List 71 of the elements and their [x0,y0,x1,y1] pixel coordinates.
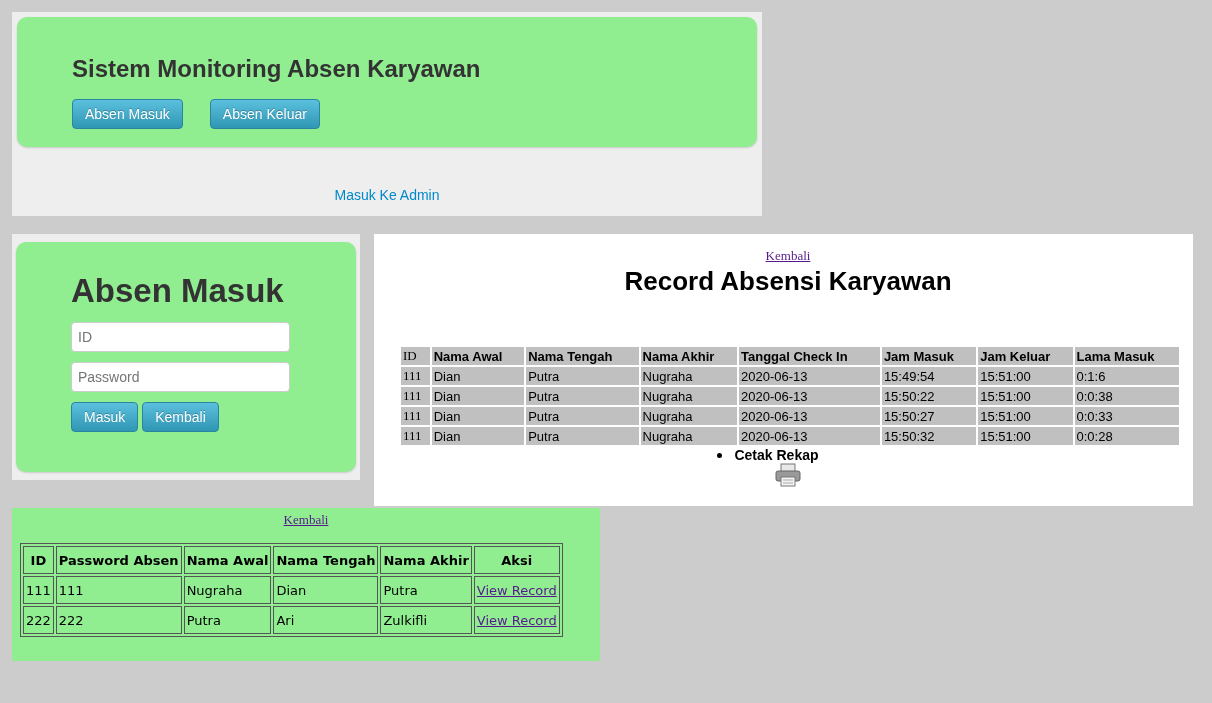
table-cell: Dian [273,576,379,604]
table-cell: Putra [380,576,472,604]
column-header: Nama Awal [183,546,272,574]
column-header: Jam Keluar [978,347,1073,365]
form-button[interactable]: Kembali [142,402,219,432]
table-cell: 2020-06-13 [739,427,880,445]
table-cell: Putra [526,407,639,425]
text-field[interactable]: Password [71,362,290,392]
column-header: Nama Akhir [640,347,737,365]
table-cell: Putra [526,427,639,445]
form-heading: Absen Masuk [71,272,284,310]
table-cell: 15:51:00 [978,427,1073,445]
text-field[interactable]: ID [71,322,290,352]
table-cell: Nugraha [640,427,737,445]
column-header: ID [23,546,54,574]
table-cell: 222 [23,606,54,634]
table-cell: 111 [55,576,182,604]
admin-link[interactable]: Masuk Ke Admin [334,187,440,203]
table-cell: 111 [401,367,430,385]
table-cell: 222 [55,606,182,634]
table-cell: 15:50:22 [881,387,977,405]
nav-button[interactable]: Absen Keluar [209,99,320,129]
table-cell: Putra [183,606,272,634]
table-cell: Putra [526,387,639,405]
table-cell: Dian [431,407,525,425]
column-header: Lama Masuk [1074,347,1179,365]
back-link[interactable]: Kembali [283,512,329,528]
table-cell: 111 [401,427,430,445]
column-header: Nama Tengah [273,546,379,574]
table-cell: 0:0:38 [1074,387,1179,405]
table-cell: 15:51:00 [978,387,1073,405]
table-cell: 111 [401,387,430,405]
bullet-icon [717,452,723,458]
table-cell: 15:51:00 [978,367,1073,385]
column-header: Jam Masuk [881,347,977,365]
column-header: Nama Akhir [380,546,472,574]
table-cell: 0:0:33 [1074,407,1179,425]
table-cell: 0:0:28 [1074,427,1179,445]
printer-icon[interactable] [775,463,801,487]
form-button[interactable]: Masuk [71,402,139,432]
column-header: Nama Tengah [526,347,639,365]
table-cell: 2020-06-13 [739,407,880,425]
column-header: Nama Awal [431,347,525,365]
table-cell: Ari [273,606,379,634]
table-cell: 15:50:27 [881,407,977,425]
table-cell: 111 [401,407,430,425]
page-heading: Record Absensi Karyawan [623,266,953,297]
column-header: Password Absen [55,546,182,574]
table-cell: Nugraha [640,387,737,405]
table-cell: 15:50:32 [881,427,977,445]
table-cell: 0:1:6 [1074,367,1179,385]
page-heading: Sistem Monitoring Absen Karyawan [72,55,482,83]
table-cell: 15:49:54 [881,367,977,385]
table-cell: Putra [526,367,639,385]
table-cell: 2020-06-13 [739,387,880,405]
back-link[interactable]: Kembali [765,248,811,264]
column-header: Tanggal Check In [739,347,880,365]
table-cell: Zulkifli [380,606,472,634]
column-header: Aksi [473,546,560,574]
table-cell: 2020-06-13 [739,367,880,385]
table-cell: Dian [431,387,525,405]
table-cell: Nugraha [640,367,737,385]
table-cell: Dian [431,427,525,445]
table-cell: 111 [23,576,54,604]
print-label: Cetak Rekap [734,447,819,463]
column-header: ID [401,347,430,365]
table-cell: Dian [431,367,525,385]
nav-button[interactable]: Absen Masuk [72,99,183,129]
table-cell: 15:51:00 [978,407,1073,425]
table-cell: Nugraha [183,576,272,604]
table-cell: Nugraha [640,407,737,425]
